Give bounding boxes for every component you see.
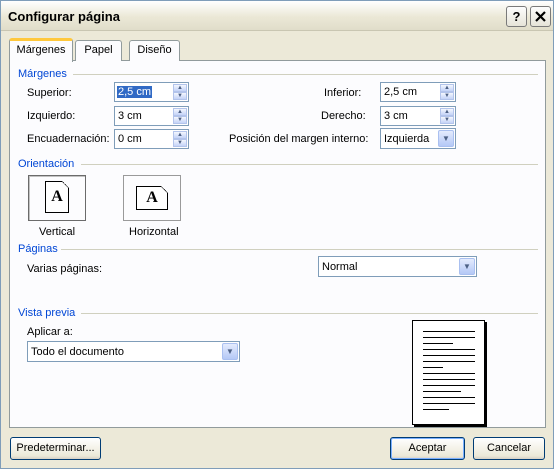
izquierdo-spinner[interactable]: 3 cm ▲ ▼ <box>114 106 189 126</box>
preview-section-title: Vista previa <box>18 307 76 319</box>
spin-up-icon[interactable]: ▲ <box>173 131 187 139</box>
tab-papel[interactable]: Papel <box>75 40 122 61</box>
orientation-vertical-label: Vertical <box>39 226 76 238</box>
spin-down-icon[interactable]: ▼ <box>173 139 187 147</box>
spin-down-icon[interactable]: ▼ <box>440 92 454 100</box>
superior-label: Superior: <box>27 87 72 99</box>
posicion-margen-select[interactable]: Izquierda ▼ <box>380 128 456 149</box>
chevron-down-icon[interactable]: ▼ <box>438 130 454 147</box>
preview-divider <box>81 313 538 314</box>
apply-to-label: Aplicar a: <box>27 326 73 338</box>
orientation-divider <box>81 164 538 165</box>
posicion-margen-value: Izquierda <box>384 133 430 145</box>
izquierdo-label: Izquierdo: <box>27 110 76 122</box>
varias-paginas-select[interactable]: Normal ▼ <box>318 256 477 277</box>
chevron-down-icon[interactable]: ▼ <box>222 343 238 360</box>
varias-paginas-label: Varias páginas: <box>27 263 103 275</box>
landscape-page-icon: A <box>136 186 168 210</box>
close-icon <box>535 11 546 22</box>
orientation-horizontal-label: Horizontal <box>129 226 179 238</box>
varias-paginas-value: Normal <box>322 261 358 273</box>
orientation-vertical-button[interactable]: A <box>28 175 86 221</box>
derecho-label: Derecho: <box>321 110 366 122</box>
tab-margenes[interactable]: Márgenes <box>9 38 73 62</box>
derecho-value[interactable]: 3 cm <box>384 110 408 122</box>
apply-to-value: Todo el documento <box>31 346 124 358</box>
close-button[interactable] <box>530 6 551 27</box>
encuadernacion-value[interactable]: 0 cm <box>118 133 142 145</box>
spin-down-icon[interactable]: ▼ <box>173 116 187 124</box>
title-bar[interactable]: Configurar página ? <box>1 1 553 31</box>
margins-divider <box>73 74 538 75</box>
inferior-value[interactable]: 2,5 cm <box>384 86 417 98</box>
dialog-title: Configurar página <box>8 9 120 24</box>
portrait-page-icon: A <box>45 181 69 213</box>
spin-down-icon[interactable]: ▼ <box>173 92 187 100</box>
spin-up-icon[interactable]: ▲ <box>440 108 454 116</box>
page-setup-dialog: Configurar página ? Márgenes Papel Diseñ… <box>0 0 554 469</box>
spin-up-icon[interactable]: ▲ <box>173 84 187 92</box>
cancel-button[interactable]: Cancelar <box>473 437 545 460</box>
izquierdo-value[interactable]: 3 cm <box>118 110 142 122</box>
page-preview <box>412 320 485 425</box>
ok-button[interactable]: Aceptar <box>390 437 465 460</box>
spin-down-icon[interactable]: ▼ <box>440 116 454 124</box>
inferior-spinner[interactable]: 2,5 cm ▲ ▼ <box>380 82 456 102</box>
posicion-margen-label: Posición del margen interno: <box>229 133 369 145</box>
pages-section-title: Páginas <box>18 243 58 255</box>
margins-section-title: Márgenes <box>18 68 67 80</box>
pages-divider <box>61 249 538 250</box>
encuadernacion-label: Encuadernación: <box>27 133 110 145</box>
tab-diseno[interactable]: Diseño <box>129 40 180 61</box>
inferior-label: Inferior: <box>324 87 362 99</box>
superior-value[interactable]: 2,5 cm <box>117 86 153 98</box>
apply-to-select[interactable]: Todo el documento ▼ <box>27 341 240 362</box>
chevron-down-icon[interactable]: ▼ <box>459 258 475 275</box>
spin-up-icon[interactable]: ▲ <box>173 108 187 116</box>
orientation-section-title: Orientación <box>18 158 75 170</box>
encuadernacion-spinner[interactable]: 0 cm ▲ ▼ <box>114 129 189 149</box>
derecho-spinner[interactable]: 3 cm ▲ ▼ <box>380 106 456 126</box>
superior-spinner[interactable]: 2,5 cm ▲ ▼ <box>114 82 189 102</box>
spin-up-icon[interactable]: ▲ <box>440 84 454 92</box>
help-button[interactable]: ? <box>506 6 527 27</box>
set-default-button[interactable]: Predeterminar... <box>10 437 101 460</box>
orientation-horizontal-button[interactable]: A <box>123 175 181 221</box>
